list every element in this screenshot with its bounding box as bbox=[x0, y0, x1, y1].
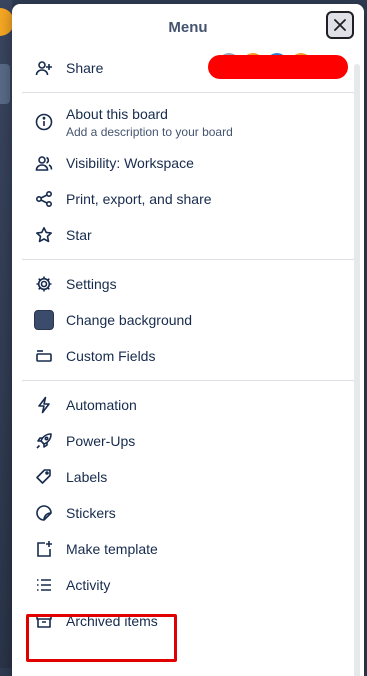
menu-item-powerups[interactable]: Power-Ups bbox=[12, 423, 364, 459]
menu-item-archived-items[interactable]: Archived items bbox=[12, 603, 364, 639]
activity-list-icon bbox=[34, 575, 54, 595]
workspace-people-icon bbox=[34, 153, 54, 173]
template-add-icon bbox=[34, 539, 54, 559]
share-label: Share bbox=[66, 60, 104, 76]
board-card-edge bbox=[0, 64, 10, 104]
change-background-label: Change background bbox=[66, 312, 193, 328]
automation-label: Automation bbox=[66, 397, 137, 413]
custom-fields-label: Custom Fields bbox=[66, 348, 156, 364]
divider bbox=[22, 259, 354, 260]
sticker-icon bbox=[34, 503, 54, 523]
menu-item-make-template[interactable]: Make template bbox=[12, 531, 364, 567]
divider bbox=[22, 92, 354, 93]
rocket-icon bbox=[34, 431, 54, 451]
share-nodes-icon bbox=[34, 189, 54, 209]
menu-item-stickers[interactable]: Stickers bbox=[12, 495, 364, 531]
star-label: Star bbox=[66, 227, 92, 243]
menu-item-automation[interactable]: Automation bbox=[12, 387, 364, 423]
about-title: About this board bbox=[66, 105, 168, 122]
info-icon bbox=[34, 112, 54, 132]
menu-item-visibility[interactable]: Visibility: Workspace bbox=[12, 145, 364, 181]
redaction-mark bbox=[208, 55, 348, 79]
close-button[interactable] bbox=[326, 11, 354, 39]
divider bbox=[22, 380, 354, 381]
menu-item-star[interactable]: Star bbox=[12, 217, 364, 253]
settings-label: Settings bbox=[66, 276, 117, 292]
gear-icon bbox=[34, 274, 54, 294]
print-export-share-label: Print, export, and share bbox=[66, 191, 212, 207]
powerups-label: Power-Ups bbox=[66, 433, 136, 449]
activity-label: Activity bbox=[66, 577, 111, 593]
lightning-icon bbox=[34, 395, 54, 415]
menu-item-labels[interactable]: Labels bbox=[12, 459, 364, 495]
menu-item-change-background[interactable]: Change background bbox=[12, 302, 364, 338]
custom-fields-icon bbox=[34, 346, 54, 366]
menu-item-share[interactable]: Share bbox=[12, 50, 364, 86]
close-icon bbox=[334, 19, 346, 31]
labels-label: Labels bbox=[66, 469, 108, 485]
add-member-icon bbox=[34, 58, 54, 78]
stickers-label: Stickers bbox=[66, 505, 116, 521]
menu-title: Menu bbox=[168, 18, 208, 36]
tag-icon bbox=[34, 467, 54, 487]
menu-header: Menu bbox=[12, 4, 364, 50]
menu-item-about[interactable]: About this board Add a description to yo… bbox=[12, 99, 364, 145]
menu-item-activity[interactable]: Activity bbox=[12, 567, 364, 603]
menu-item-settings[interactable]: Settings bbox=[12, 266, 364, 302]
board-menu-panel: Menu Share About this board Add a descri… bbox=[12, 4, 364, 676]
archived-items-label: Archived items bbox=[66, 613, 158, 629]
menu-item-custom-fields[interactable]: Custom Fields bbox=[12, 338, 364, 374]
make-template-label: Make template bbox=[66, 541, 158, 557]
star-icon bbox=[34, 225, 54, 245]
archive-box-icon bbox=[34, 611, 54, 631]
visibility-label: Visibility: Workspace bbox=[66, 155, 194, 171]
menu-item-print-export-share[interactable]: Print, export, and share bbox=[12, 181, 364, 217]
about-subtitle: Add a description to your board bbox=[66, 124, 233, 139]
background-swatch-icon bbox=[34, 310, 54, 330]
